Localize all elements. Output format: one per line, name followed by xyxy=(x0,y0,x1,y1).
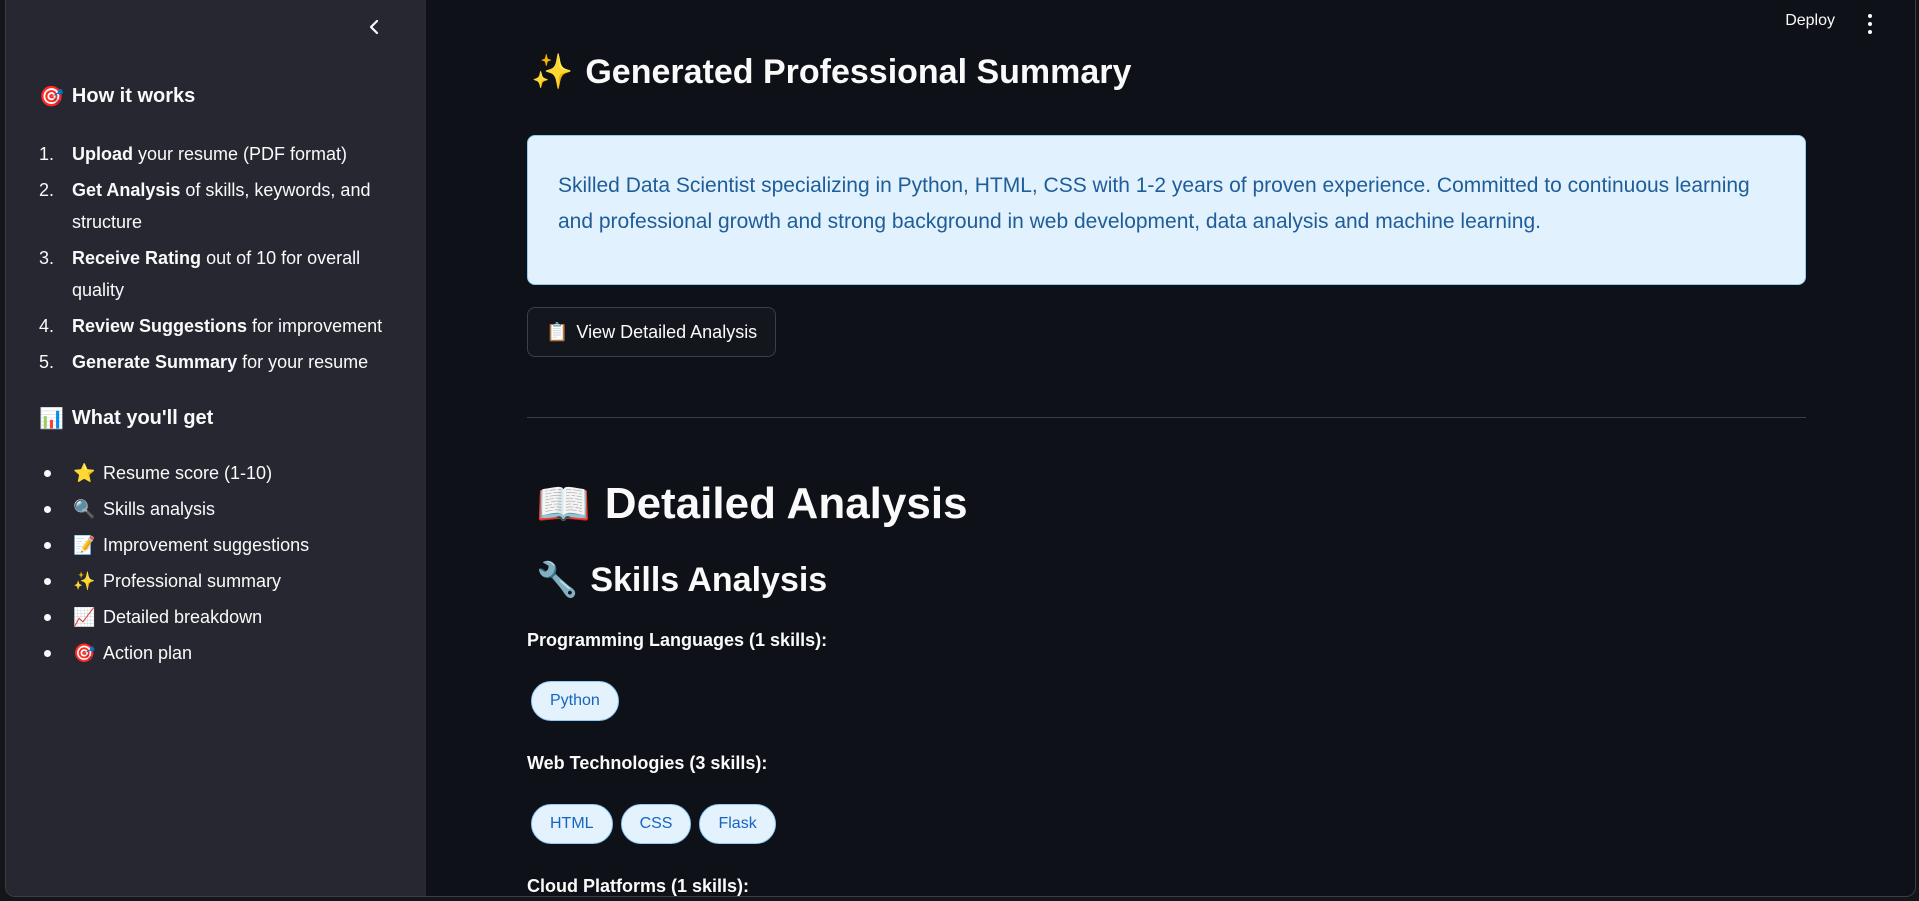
skill-pill: Python xyxy=(531,681,619,721)
generated-summary-title: Generated Professional Summary xyxy=(585,52,1132,91)
how-it-works-title: How it works xyxy=(71,85,196,107)
star-icon: ⭐ xyxy=(73,462,96,483)
trend-chart-icon: 📈 xyxy=(73,606,96,627)
collapse-sidebar-button[interactable] xyxy=(359,12,389,42)
more-menu-icon[interactable] xyxy=(1865,14,1875,34)
what-you-get-title: What you'll get xyxy=(71,407,214,429)
feature-text: Professional summary xyxy=(103,570,282,591)
skill-pill: CSS xyxy=(620,804,692,844)
step-item: 1. Upload your resume (PDF format) xyxy=(39,138,399,170)
wrench-icon: 🔧 xyxy=(536,561,579,599)
feature-item: 📝 Improvement suggestions xyxy=(39,527,309,563)
feature-text: Improvement suggestions xyxy=(103,534,310,555)
step-number: 5. xyxy=(39,352,55,372)
features-list: ⭐ Resume score (1-10) 🔍 Skills analysis … xyxy=(39,455,309,671)
step-item: 2. Get Analysis of skills, keywords, and… xyxy=(39,174,399,238)
bullet-icon xyxy=(44,505,51,513)
step-rest: for your resume xyxy=(237,352,369,372)
view-detailed-analysis-button[interactable]: 📋 View Detailed Analysis xyxy=(527,307,777,357)
category-label-programming: Programming Languages (1 skills): xyxy=(527,630,828,650)
summary-info-box: Skilled Data Scientist specializing in P… xyxy=(527,135,1806,285)
step-text: Upload your resume (PDF format) xyxy=(72,138,399,170)
step-rest: your resume (PDF format) xyxy=(133,144,348,164)
deploy-button[interactable]: Deploy xyxy=(1785,12,1835,30)
bullet-icon xyxy=(44,469,51,477)
bullet-icon xyxy=(44,649,51,657)
category-label-cloud: Cloud Platforms (1 skills): xyxy=(527,876,750,896)
bar-chart-icon: 📊 xyxy=(39,408,64,430)
skills-analysis-title: Skills Analysis xyxy=(590,560,828,599)
feature-item: 🎯 Action plan xyxy=(39,635,309,671)
step-item: 5. Generate Summary for your resume xyxy=(39,346,399,378)
open-book-icon: 📖 xyxy=(536,480,591,529)
step-item: 3. Receive Rating out of 10 for overall … xyxy=(39,242,399,306)
step-number: 1. xyxy=(39,144,55,164)
target-icon: 🎯 xyxy=(39,86,64,108)
bullet-icon xyxy=(44,613,51,621)
steps-list: 1. Upload your resume (PDF format) 2. Ge… xyxy=(39,138,399,382)
step-text: Review Suggestions for improvement xyxy=(72,310,399,342)
step-number: 4. xyxy=(39,316,55,336)
step-bold: Upload xyxy=(72,144,133,164)
step-number: 3. xyxy=(39,248,55,268)
feature-text: Resume score (1-10) xyxy=(103,462,273,483)
main-content: Deploy ✨ Generated Professional Summary … xyxy=(426,0,1915,896)
skills-analysis-heading: 🔧 Skills Analysis xyxy=(536,560,827,600)
detailed-analysis-heading: 📖 Detailed Analysis xyxy=(536,478,968,530)
feature-item: 🔍 Skills analysis xyxy=(39,491,309,527)
clipboard-icon: 📋 xyxy=(546,321,569,342)
chevron-left-icon xyxy=(369,19,379,35)
step-bold: Generate Summary xyxy=(72,352,238,372)
step-rest: for improvement xyxy=(247,316,383,336)
step-bold: Get Analysis xyxy=(72,180,181,200)
bullet-icon xyxy=(44,541,51,549)
sidebar: 🎯 How it works 1. Upload your resume (PD… xyxy=(6,0,426,896)
skills-row-programming: Python xyxy=(531,681,619,721)
magnifier-icon: 🔍 xyxy=(73,498,96,519)
sparkles-icon: ✨ xyxy=(73,570,96,591)
divider xyxy=(527,417,1806,418)
step-text: Get Analysis of skills, keywords, and st… xyxy=(72,174,399,238)
feature-item: ⭐ Resume score (1-10) xyxy=(39,455,309,491)
what-you-get-heading: 📊 What you'll get xyxy=(39,406,213,431)
skills-row-web: HTML CSS Flask xyxy=(531,804,776,844)
step-text: Receive Rating out of 10 for overall qua… xyxy=(72,242,399,306)
sparkles-icon: ✨ xyxy=(531,53,574,91)
how-it-works-heading: 🎯 How it works xyxy=(39,84,195,109)
skill-pill: Flask xyxy=(699,804,776,844)
bullet-icon xyxy=(44,577,51,585)
feature-text: Skills analysis xyxy=(103,498,216,519)
view-detailed-analysis-label: View Detailed Analysis xyxy=(576,321,758,342)
step-number: 2. xyxy=(39,180,55,200)
summary-text: Skilled Data Scientist specializing in P… xyxy=(558,174,1750,233)
step-bold: Review Suggestions xyxy=(72,316,248,336)
memo-icon: 📝 xyxy=(73,534,96,555)
feature-item: 📈 Detailed breakdown xyxy=(39,599,309,635)
target-icon: 🎯 xyxy=(73,642,96,663)
skill-pill: HTML xyxy=(531,804,613,844)
app-window: 🎯 How it works 1. Upload your resume (PD… xyxy=(5,0,1916,897)
generated-summary-heading: ✨ Generated Professional Summary xyxy=(531,52,1131,92)
step-bold: Receive Rating xyxy=(72,248,202,268)
feature-item: ✨ Professional summary xyxy=(39,563,309,599)
feature-text: Detailed breakdown xyxy=(103,606,263,627)
category-label-web: Web Technologies (3 skills): xyxy=(527,753,768,773)
step-item: 4. Review Suggestions for improvement xyxy=(39,310,399,342)
detailed-analysis-title: Detailed Analysis xyxy=(604,479,968,528)
step-text: Generate Summary for your resume xyxy=(72,346,399,378)
feature-text: Action plan xyxy=(103,642,193,663)
